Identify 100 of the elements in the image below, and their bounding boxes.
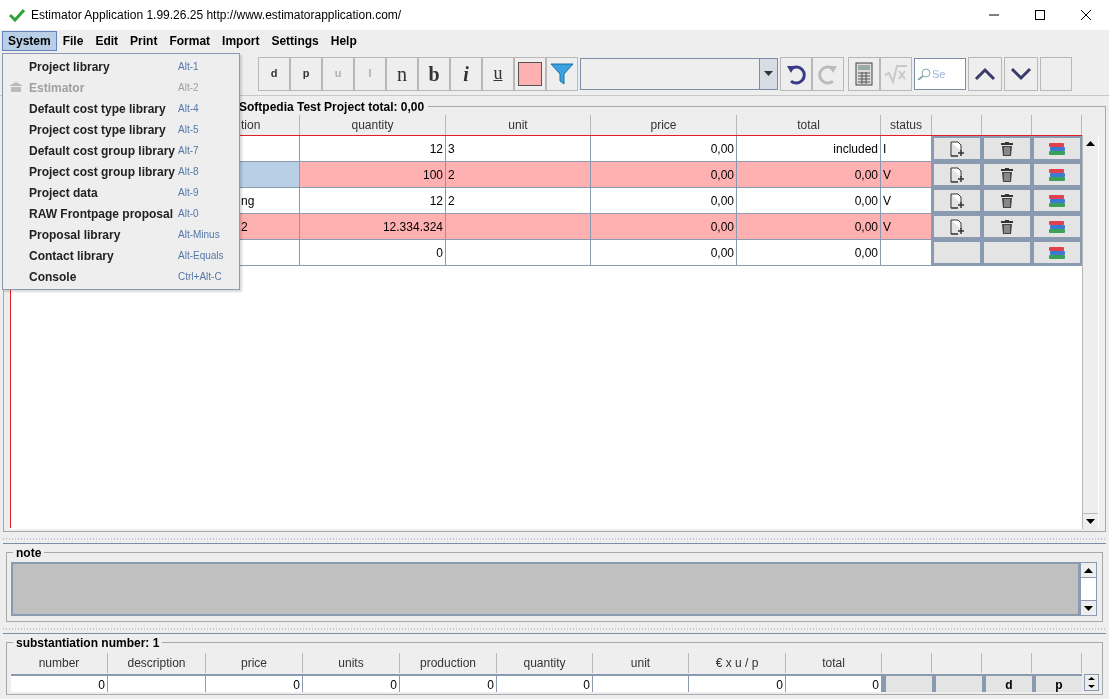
shortcut-text: Alt-5 <box>178 123 199 137</box>
menu-item-label: Project cost group library <box>29 163 177 181</box>
table-cell <box>982 240 1032 265</box>
table-button[interactable]: d <box>982 676 1032 692</box>
document-plus-icon <box>950 140 964 157</box>
format-button[interactable]: b <box>418 56 450 91</box>
books-icon <box>1048 167 1066 182</box>
table-cell: 0 <box>11 676 108 692</box>
note-field[interactable] <box>11 562 1080 616</box>
table-cell: 0,00 <box>737 162 881 187</box>
shortcut-text: Alt-2 <box>178 81 199 95</box>
add-document-button[interactable] <box>932 136 982 161</box>
add-document-button[interactable] <box>932 162 982 187</box>
menu-item[interactable]: Help <box>324 31 363 51</box>
calculator-button[interactable] <box>848 56 880 91</box>
books-icon <box>1048 193 1066 208</box>
add-document-button[interactable] <box>932 214 982 239</box>
trash-icon <box>1001 193 1013 208</box>
menu-item-label: Console <box>29 268 78 286</box>
table-cell: 0,00 <box>591 188 737 213</box>
menu-item[interactable]: Console Ctrl+Alt-C <box>3 266 239 287</box>
format-button[interactable]: p <box>290 56 322 91</box>
table-button[interactable]: p <box>1032 676 1082 692</box>
delete-button[interactable] <box>982 214 1032 239</box>
shortcut-text: Alt-1 <box>178 60 199 74</box>
color-swatch <box>518 61 542 86</box>
books-icon <box>1048 245 1066 260</box>
delete-button[interactable] <box>982 162 1032 187</box>
menu-item-label: Project cost type library <box>29 121 167 139</box>
table-cell: 0,00 <box>591 214 737 239</box>
shortcut-text: Alt-9 <box>178 186 199 200</box>
menu-item-label: Default cost group library <box>29 142 177 160</box>
chevron-up-icon <box>974 66 996 81</box>
search-field[interactable]: Se <box>914 57 966 90</box>
document-plus-icon <box>950 192 964 209</box>
menu-item[interactable]: Edit <box>89 31 125 51</box>
filter-button[interactable] <box>546 56 578 91</box>
circular-arrow-icon <box>785 62 807 85</box>
table-cell: 0,00 <box>737 240 881 265</box>
menu-item[interactable]: Print <box>124 31 164 51</box>
window-title: Estimator Application 1.99.26.25 http://www.estimatorapplication.com/ <box>31 7 402 24</box>
delete-button[interactable] <box>982 188 1032 213</box>
table-cell: 0 <box>786 676 882 692</box>
color-button[interactable] <box>514 56 546 91</box>
checkmark-icon <box>9 8 25 22</box>
scrollbar[interactable] <box>1084 674 1099 691</box>
table-cell: 0,00 <box>591 240 737 265</box>
search-icon <box>917 67 931 80</box>
table-cell: 0,00 <box>591 136 737 161</box>
table-cell: 0,00 <box>737 188 881 213</box>
square-root-icon <box>884 63 908 84</box>
trash-icon <box>1001 141 1013 156</box>
table-cell: 3 <box>446 136 591 161</box>
table-cell: 0,00 <box>737 214 881 239</box>
table-cell: 12 <box>300 188 446 213</box>
delete-button[interactable] <box>982 136 1032 161</box>
table-cell: 0,00 <box>591 162 737 187</box>
format-button[interactable]: u <box>482 56 514 91</box>
menu-item[interactable]: Project library Alt-1 <box>3 56 239 77</box>
close-icon <box>1081 10 1091 20</box>
table-cell: included <box>737 136 881 161</box>
document-plus-icon <box>950 218 964 235</box>
shortcut-text: Alt-7 <box>178 144 199 158</box>
scrollbar[interactable] <box>1082 135 1098 529</box>
table-cell: 2 <box>446 162 591 187</box>
add-document-button[interactable] <box>932 188 982 213</box>
menu-item[interactable]: System <box>2 31 57 51</box>
building-icon <box>9 82 23 93</box>
table-cell: 0 <box>689 676 786 692</box>
undo-button[interactable] <box>780 56 812 91</box>
table-cell <box>932 240 982 265</box>
table-cell: 12 <box>300 136 446 161</box>
scroll-down-arrow-icon <box>1084 605 1093 611</box>
menu-item[interactable]: Settings <box>265 31 325 51</box>
scroll-up-arrow-icon <box>1086 140 1095 146</box>
document-plus-icon <box>950 166 964 183</box>
format-button[interactable]: d <box>258 56 290 91</box>
scrollbar[interactable] <box>1080 562 1097 616</box>
shortcut-text: Alt-Minus <box>178 228 220 242</box>
maximize-icon <box>1035 10 1045 20</box>
table-cell: 0 <box>497 676 593 692</box>
table-cell: 100 <box>300 162 446 187</box>
menu-item[interactable]: File <box>56 31 90 51</box>
trash-icon <box>1001 167 1013 182</box>
shortcut-text: Ctrl+Alt-C <box>178 270 222 284</box>
format-button[interactable]: i <box>450 56 482 91</box>
scroll-down-arrow-icon <box>1086 519 1095 524</box>
scroll-up-button[interactable] <box>968 56 1002 91</box>
scroll-down-button[interactable] <box>1004 56 1038 91</box>
menu-item[interactable]: Import <box>216 31 266 51</box>
format-button[interactable]: n <box>386 56 418 91</box>
scroll-down-arrow-icon <box>1088 684 1095 688</box>
table-cell: 0 <box>303 676 400 692</box>
menu-item[interactable]: Format <box>163 31 217 51</box>
shortcut-text: Alt-Equals <box>178 249 224 263</box>
menu-item-label: Estimator <box>29 79 86 97</box>
books-icon <box>1048 219 1066 234</box>
shortcut-text: Alt-4 <box>178 102 199 116</box>
table-cell: 0 <box>300 240 446 265</box>
dropdown-arrow-icon <box>764 71 773 76</box>
